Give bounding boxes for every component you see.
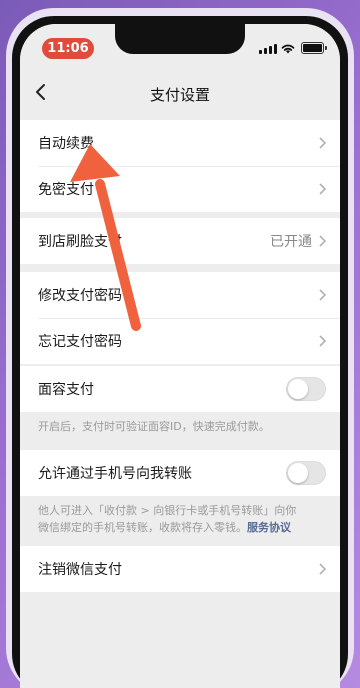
battery-icon — [301, 42, 327, 54]
page-title: 支付设置 — [149, 86, 210, 104]
row-face-pay-store[interactable]: 到店刷脸支付 已开通 — [20, 218, 340, 264]
settings-group-deregister: 注销微信支付 — [20, 546, 340, 592]
row-label: 允许通过手机号向我转账 — [38, 466, 192, 482]
annotation-arrow-icon — [70, 144, 141, 331]
row-phone-transfer: 允许通过手机号向我转账 — [20, 450, 340, 496]
status-time: 11:06 — [42, 38, 94, 59]
settings-group-face-store: 到店刷脸支付 已开通 — [20, 218, 340, 264]
chevron-right-icon — [319, 563, 326, 575]
row-password-free[interactable]: 免密支付 — [20, 166, 340, 212]
row-label: 面容支付 — [38, 382, 94, 398]
chevron-right-icon — [319, 289, 326, 301]
settings-group-renewal: 自动续费 免密支付 — [20, 120, 340, 212]
toggle-knob — [288, 463, 308, 483]
chevron-right-icon — [319, 335, 326, 347]
service-agreement-link[interactable]: 服务协议 — [247, 521, 291, 534]
signal-icon — [259, 44, 277, 54]
notch — [115, 24, 245, 54]
settings-group-phone-transfer: 允许通过手机号向我转账 — [20, 450, 340, 496]
status-value: 已开通 — [270, 234, 312, 250]
face-id-note: 开启后，支付时可验证面容ID，快速完成付款。 — [38, 420, 270, 433]
nav-bar: 支付设置 — [20, 76, 340, 112]
row-deregister[interactable]: 注销微信支付 — [20, 546, 340, 592]
toggle-knob — [288, 379, 308, 399]
row-label: 忘记支付密码 — [38, 334, 122, 350]
wifi-icon — [281, 44, 295, 54]
chevron-right-icon — [319, 235, 326, 247]
chevron-right-icon — [319, 183, 326, 195]
status-bar: 11:06 — [20, 24, 340, 68]
note-line-1: 他人可进入「收付款 > 向银行卡或手机号转账」向你 — [38, 504, 297, 517]
row-change-password[interactable]: 修改支付密码 — [20, 272, 340, 318]
row-face-id-pay: 面容支付 — [20, 366, 340, 412]
row-forgot-password[interactable]: 忘记支付密码 — [20, 318, 340, 364]
phone-transfer-toggle[interactable] — [286, 461, 326, 485]
row-auto-renew[interactable]: 自动续费 — [20, 120, 340, 166]
phone-screen: 11:06 支付设置 自动续费 免密支付 到店刷脸支付 已开通 修改支付密码 忘… — [20, 24, 340, 688]
note-line-2: 微信绑定的手机号转账，收款将存入零钱。 — [38, 521, 247, 534]
face-id-toggle[interactable] — [286, 377, 326, 401]
settings-group-password: 修改支付密码 忘记支付密码 — [20, 272, 340, 364]
phone-transfer-note: 他人可进入「收付款 > 向银行卡或手机号转账」向你 微信绑定的手机号转账，收款将… — [38, 502, 328, 536]
settings-group-face-id: 面容支付 — [20, 366, 340, 412]
chevron-right-icon — [319, 137, 326, 149]
row-label: 注销微信支付 — [38, 562, 122, 578]
